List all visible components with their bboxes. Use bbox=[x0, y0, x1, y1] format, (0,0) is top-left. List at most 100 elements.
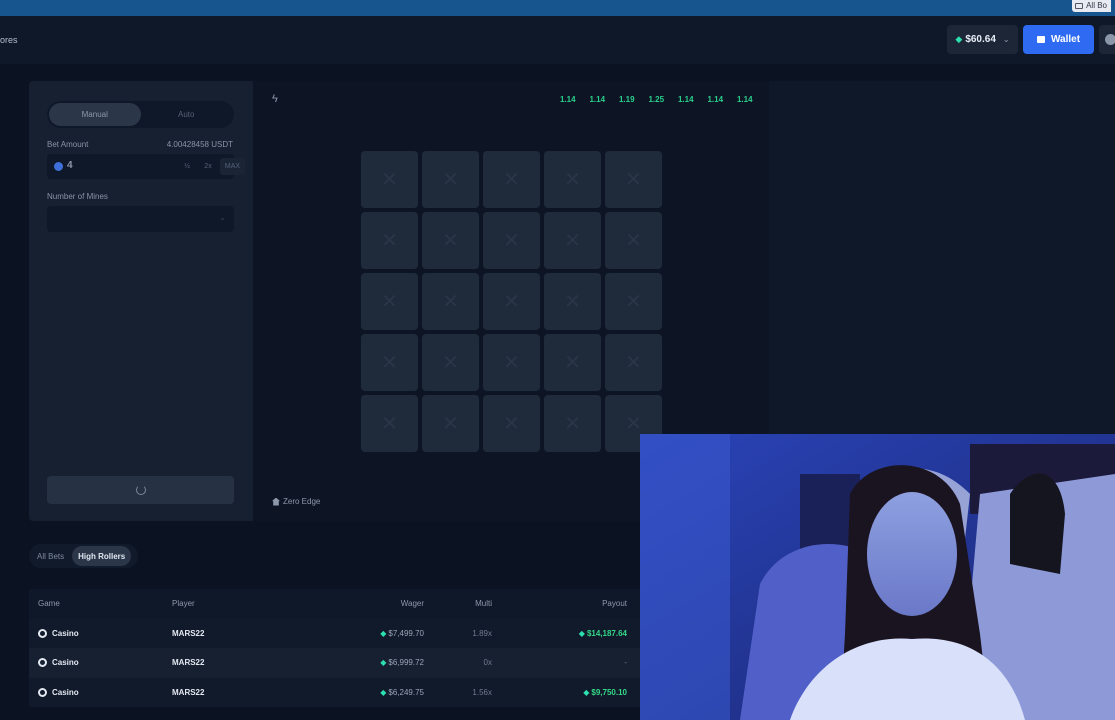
mines-grid: ✕ ✕ ✕ ✕ ✕ ✕ ✕ ✕ ✕ ✕ ✕ ✕ ✕ ✕ ✕ ✕ ✕ ✕ ✕ ✕ ✕ ✕ ✕ ✕ ✕ bbox=[361, 151, 663, 453]
payout-value: - bbox=[624, 658, 627, 667]
mine-tile[interactable]: ✕ bbox=[544, 395, 601, 452]
mine-tile[interactable]: ✕ bbox=[422, 395, 479, 452]
tile-x-icon: ✕ bbox=[564, 230, 581, 252]
webcam-feed-image bbox=[640, 434, 1115, 720]
gem-icon: ◆ bbox=[380, 658, 387, 667]
mine-tile[interactable]: ✕ bbox=[605, 273, 662, 330]
tab-high-rollers[interactable]: High Rollers bbox=[72, 546, 132, 566]
user-menu-button[interactable] bbox=[1099, 25, 1115, 54]
table-row[interactable]: Casino MARS22 ◆ $6,999.72 0x - bbox=[29, 648, 640, 678]
mine-tile[interactable]: ✕ bbox=[361, 151, 418, 208]
player-name[interactable]: MARS22 bbox=[172, 619, 204, 649]
coin-icon bbox=[54, 162, 63, 171]
multi-value: 1.56x bbox=[472, 687, 492, 697]
bet-button[interactable] bbox=[47, 476, 234, 504]
wager-cell: ◆ $6,249.75 bbox=[380, 678, 424, 708]
double-button[interactable]: 2x bbox=[199, 158, 217, 175]
top-header: ores ◆ $60.64 ⌄ Wallet bbox=[0, 16, 1115, 64]
tile-x-icon: ✕ bbox=[442, 352, 459, 374]
multiplier-value: 1.14 bbox=[736, 95, 753, 104]
col-payout: Payout bbox=[602, 599, 627, 608]
mine-tile[interactable]: ✕ bbox=[361, 334, 418, 391]
nav-link-partial[interactable]: ores bbox=[0, 35, 18, 45]
multiplier-value: 1.19 bbox=[618, 95, 635, 104]
col-multi: Multi bbox=[475, 599, 492, 608]
wallet-icon bbox=[1036, 36, 1045, 43]
mine-tile[interactable]: ✕ bbox=[544, 334, 601, 391]
mine-tile[interactable]: ✕ bbox=[544, 273, 601, 330]
wallet-button[interactable]: Wallet bbox=[1023, 25, 1094, 54]
loading-spinner-icon bbox=[136, 485, 146, 495]
multiplier-value: 1.25 bbox=[648, 95, 665, 104]
mines-select[interactable]: ⌄ bbox=[47, 206, 234, 232]
tab-manual[interactable]: Manual bbox=[49, 103, 141, 126]
player-name[interactable]: MARS22 bbox=[172, 678, 204, 708]
balance-value: $60.64 bbox=[965, 34, 996, 45]
mine-tile[interactable]: ✕ bbox=[544, 212, 601, 269]
house-icon bbox=[272, 497, 280, 506]
payout-value: $9,750.10 bbox=[591, 687, 627, 697]
mine-tile[interactable]: ✕ bbox=[483, 334, 540, 391]
mine-tile[interactable]: ✕ bbox=[483, 151, 540, 208]
table-row[interactable]: Casino MARS22 ◆ $7,499.70 1.89x ◆ $14,187.64 bbox=[29, 618, 640, 649]
zero-edge-badge: Zero Edge bbox=[272, 497, 320, 506]
payout-cell: - bbox=[624, 648, 627, 678]
half-button[interactable]: ½ bbox=[178, 158, 196, 175]
mine-tile[interactable]: ✕ bbox=[361, 212, 418, 269]
game-name: Casino bbox=[52, 687, 79, 697]
mine-tile[interactable]: ✕ bbox=[483, 212, 540, 269]
casino-icon bbox=[38, 658, 47, 668]
tile-x-icon: ✕ bbox=[381, 230, 398, 252]
multiplier-value: 1.14 bbox=[707, 95, 724, 104]
mine-tile[interactable]: ✕ bbox=[483, 395, 540, 452]
bet-amount-input[interactable]: 4 ½ 2x MAX bbox=[47, 154, 245, 179]
wager-value: $7,499.70 bbox=[388, 628, 424, 638]
user-icon bbox=[1105, 34, 1115, 45]
all-bookmarks-label: All Bo bbox=[1086, 1, 1107, 10]
tile-x-icon: ✕ bbox=[625, 413, 642, 435]
balance-dropdown[interactable]: ◆ $60.64 ⌄ bbox=[947, 25, 1018, 54]
mine-tile[interactable]: ✕ bbox=[361, 395, 418, 452]
game-cell: Casino bbox=[38, 678, 79, 708]
multiplier-row: 1.14 1.14 1.19 1.25 1.14 1.14 1.14 bbox=[553, 95, 760, 104]
lightning-icon[interactable]: ϟ bbox=[272, 93, 278, 105]
tab-all-bets[interactable]: All Bets bbox=[31, 546, 70, 566]
multiplier-value: 1.14 bbox=[589, 95, 606, 104]
gem-icon: ◆ bbox=[380, 687, 387, 697]
tile-x-icon: ✕ bbox=[625, 169, 642, 191]
mine-tile[interactable]: ✕ bbox=[422, 151, 479, 208]
mine-tile[interactable]: ✕ bbox=[483, 273, 540, 330]
multiplier-value: 1.14 bbox=[559, 95, 576, 104]
folder-icon bbox=[1075, 3, 1084, 9]
gem-icon: ◆ bbox=[578, 628, 585, 638]
gem-icon: ◆ bbox=[583, 687, 590, 697]
mines-label: Number of Mines bbox=[47, 192, 108, 201]
tile-x-icon: ✕ bbox=[503, 413, 520, 435]
mine-tile[interactable]: ✕ bbox=[544, 151, 601, 208]
wallet-label: Wallet bbox=[1050, 34, 1081, 45]
tile-x-icon: ✕ bbox=[503, 291, 520, 313]
mine-tile[interactable]: ✕ bbox=[605, 151, 662, 208]
mine-tile[interactable]: ✕ bbox=[422, 212, 479, 269]
all-bookmarks-button[interactable]: All Bo bbox=[1072, 0, 1111, 12]
mine-tile[interactable]: ✕ bbox=[422, 334, 479, 391]
game-cell: Casino bbox=[38, 648, 79, 678]
multi-value: 1.89x bbox=[472, 628, 492, 638]
multi-value: 0x bbox=[483, 658, 492, 667]
bet-amount-label: Bet Amount bbox=[47, 140, 89, 149]
tile-x-icon: ✕ bbox=[442, 169, 459, 191]
table-row[interactable]: Casino MARS22 ◆ $6,249.75 1.56x ◆ $9,750.10 bbox=[29, 677, 640, 708]
tile-x-icon: ✕ bbox=[381, 413, 398, 435]
tile-x-icon: ✕ bbox=[564, 413, 581, 435]
mine-tile[interactable]: ✕ bbox=[361, 273, 418, 330]
tab-auto[interactable]: Auto bbox=[141, 103, 233, 126]
player-name[interactable]: MARS22 bbox=[172, 648, 204, 678]
mine-tile[interactable]: ✕ bbox=[422, 273, 479, 330]
max-button[interactable]: MAX bbox=[220, 158, 245, 175]
mine-tile[interactable]: ✕ bbox=[605, 334, 662, 391]
payout-cell: ◆ $9,750.10 bbox=[583, 678, 627, 708]
casino-icon bbox=[38, 687, 47, 697]
tile-x-icon: ✕ bbox=[381, 169, 398, 191]
tile-x-icon: ✕ bbox=[564, 169, 581, 191]
mine-tile[interactable]: ✕ bbox=[605, 212, 662, 269]
